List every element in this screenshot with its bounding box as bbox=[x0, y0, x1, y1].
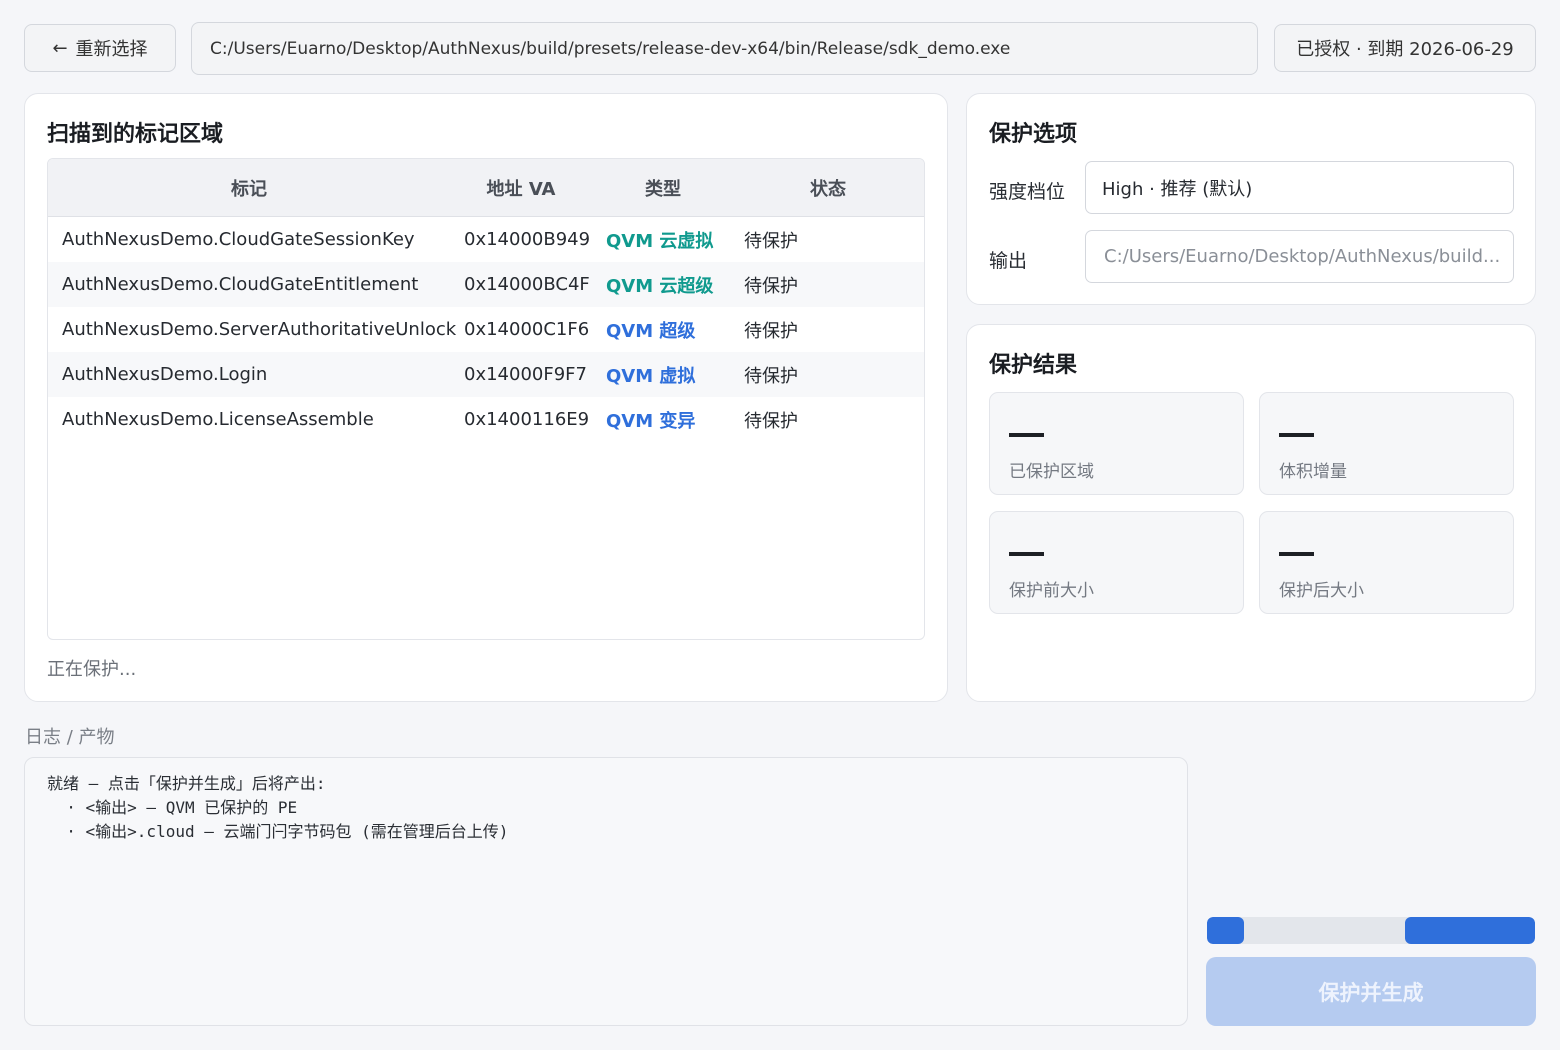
progress-indeterminate-segment bbox=[1207, 917, 1244, 944]
stat-value-placeholder bbox=[1009, 552, 1044, 556]
row-mark: AuthNexusDemo.LicenseAssemble bbox=[62, 409, 374, 430]
stat-label: 已保护区域 bbox=[1009, 462, 1094, 482]
column-header-mark[interactable]: 标记 bbox=[48, 159, 450, 217]
protect-and-generate-button[interactable]: 保护并生成 bbox=[1206, 957, 1536, 1026]
log-output[interactable]: 就绪 — 点击「保护并生成」后将产出: · <输出> — QVM 已保护的 PE… bbox=[24, 757, 1188, 1026]
row-address: 0x14000F9F7 bbox=[464, 364, 587, 385]
table-body: AuthNexusDemo.CloudGateSessionKey 0x1400… bbox=[48, 217, 924, 442]
row-address: 0x14000C1F6 bbox=[464, 319, 590, 340]
stat-size-after: 保护后大小 bbox=[1259, 511, 1514, 614]
log-line: · <输出>.cloud — 云端门闩字节码包 (需在管理后台上传) bbox=[47, 822, 509, 841]
column-header-status[interactable]: 状态 bbox=[734, 159, 922, 217]
regions-title: 扫描到的标记区域 bbox=[47, 122, 224, 147]
back-arrow-icon: ← bbox=[52, 37, 68, 59]
row-mark: AuthNexusDemo.CloudGateEntitlement bbox=[62, 274, 419, 295]
regions-table: 标记 地址 VA 类型 状态 AuthNexusDemo.CloudGateSe… bbox=[47, 158, 925, 640]
row-type: QVM 变异 bbox=[606, 410, 696, 432]
log-line: · <输出> — QVM 已保护的 PE bbox=[47, 798, 298, 817]
options-title: 保护选项 bbox=[989, 122, 1078, 147]
row-address: 0x14000BC4F bbox=[464, 274, 590, 295]
row-mark: AuthNexusDemo.ServerAuthoritativeUnlock bbox=[62, 319, 457, 340]
row-mark: AuthNexusDemo.CloudGateSessionKey bbox=[62, 229, 415, 250]
reselect-label: 重新选择 bbox=[75, 39, 148, 60]
protection-result-panel: 保护结果 已保护区域 体积增量 保护前大小 保护后大小 bbox=[966, 324, 1536, 702]
license-status-button[interactable]: 已授权 · 到期 2026-06-29 bbox=[1274, 24, 1536, 72]
protection-options-panel: 保护选项 强度档位 High · 推荐 (默认) 输出 C:/Users/Eua… bbox=[966, 93, 1536, 305]
reselect-button[interactable]: ← 重新选择 bbox=[24, 24, 176, 72]
stat-label: 保护前大小 bbox=[1009, 581, 1094, 601]
file-path-display: C:/Users/Euarno/Desktop/AuthNexus/build/… bbox=[191, 22, 1258, 75]
row-status: 待保护 bbox=[744, 320, 798, 342]
table-row[interactable]: AuthNexusDemo.Login 0x14000F9F7 QVM 虚拟 待… bbox=[48, 352, 924, 397]
scanned-regions-panel: 扫描到的标记区域 标记 地址 VA 类型 状态 AuthNexusDemo.Cl… bbox=[24, 93, 948, 702]
stat-size-before: 保护前大小 bbox=[989, 511, 1244, 614]
log-label: 日志 / 产物 bbox=[25, 727, 115, 748]
stat-label: 保护后大小 bbox=[1279, 581, 1364, 601]
stat-size-increase: 体积增量 bbox=[1259, 392, 1514, 495]
protection-progress-text: 正在保护... bbox=[47, 659, 137, 680]
stat-value-placeholder bbox=[1009, 433, 1044, 437]
table-row[interactable]: AuthNexusDemo.ServerAuthoritativeUnlock … bbox=[48, 307, 924, 352]
output-path-input[interactable]: C:/Users/Euarno/Desktop/AuthNexus/build.… bbox=[1085, 230, 1514, 283]
row-status: 待保护 bbox=[744, 275, 798, 297]
table-header: 标记 地址 VA 类型 状态 bbox=[48, 159, 924, 217]
progress-indeterminate-segment bbox=[1405, 917, 1535, 944]
row-type: QVM 虚拟 bbox=[606, 365, 696, 387]
stat-value-placeholder bbox=[1279, 552, 1314, 556]
log-line: 就绪 — 点击「保护并生成」后将产出: bbox=[47, 774, 326, 793]
output-label: 输出 bbox=[989, 250, 1028, 272]
row-address: 0x1400116E9 bbox=[464, 409, 590, 430]
stat-protected-regions: 已保护区域 bbox=[989, 392, 1244, 495]
strength-select[interactable]: High · 推荐 (默认) bbox=[1085, 161, 1514, 214]
stat-value-placeholder bbox=[1279, 433, 1314, 437]
row-type: QVM 云虚拟 bbox=[606, 230, 714, 252]
row-type: QVM 云超级 bbox=[606, 275, 714, 297]
strength-label: 强度档位 bbox=[989, 181, 1066, 203]
result-title: 保护结果 bbox=[989, 353, 1078, 378]
row-status: 待保护 bbox=[744, 230, 798, 252]
stat-label: 体积增量 bbox=[1279, 462, 1347, 482]
table-row[interactable]: AuthNexusDemo.CloudGateEntitlement 0x140… bbox=[48, 262, 924, 307]
row-mark: AuthNexusDemo.Login bbox=[62, 364, 268, 385]
table-row[interactable]: AuthNexusDemo.CloudGateSessionKey 0x1400… bbox=[48, 217, 924, 262]
column-header-address[interactable]: 地址 VA bbox=[450, 159, 592, 217]
row-status: 待保护 bbox=[744, 410, 798, 432]
row-type: QVM 超级 bbox=[606, 320, 696, 342]
progress-bar bbox=[1207, 917, 1535, 944]
row-address: 0x14000B949 bbox=[464, 229, 591, 250]
row-status: 待保护 bbox=[744, 365, 798, 387]
table-row[interactable]: AuthNexusDemo.LicenseAssemble 0x1400116E… bbox=[48, 397, 924, 442]
column-header-type[interactable]: 类型 bbox=[592, 159, 734, 217]
